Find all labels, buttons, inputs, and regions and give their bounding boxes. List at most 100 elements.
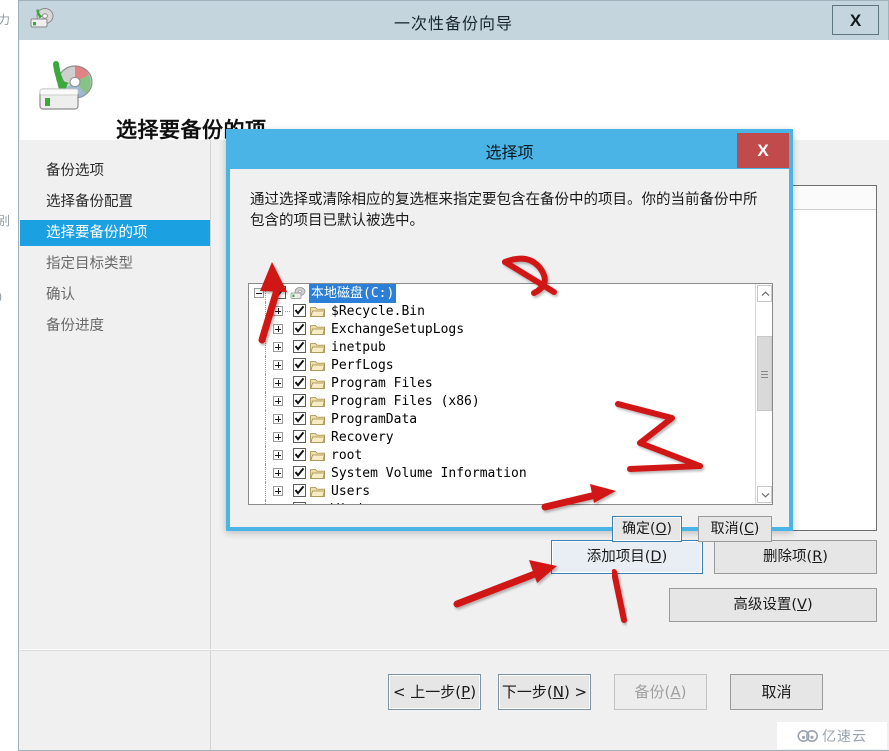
sidebar-item-confirmation[interactable]: 确认 [20, 282, 210, 308]
accel-key-c: C [744, 521, 754, 537]
dialog-body: 通过选择或清除相应的复选框来指定要包含在备份中的项目。你的当前备份中所包含的项目… [230, 169, 789, 542]
scrollbar-thumb[interactable] [757, 336, 772, 411]
sidebar-item-select-backup-config[interactable]: 选择备份配置 [20, 189, 210, 215]
folder-icon [310, 359, 326, 372]
folder-icon [310, 431, 326, 444]
tree-row-root[interactable]: 本地磁盘(C:) [249, 284, 756, 304]
folder-icon [310, 413, 326, 426]
checkbox-checked[interactable] [293, 394, 306, 407]
expand-icon[interactable] [273, 324, 283, 334]
remove-items-button[interactable]: 删除项(R) [714, 540, 877, 574]
tree-row[interactable]: ExchangeSetupLogs [249, 320, 756, 338]
expand-icon[interactable] [273, 360, 283, 370]
checkbox-checked[interactable] [293, 430, 306, 443]
expand-icon[interactable] [273, 396, 283, 406]
backup-button: 备份(A) [614, 674, 707, 710]
tree-connector [265, 446, 267, 464]
expand-icon[interactable] [273, 342, 283, 352]
dialog-title: 选择项 [485, 143, 534, 162]
accel-key-d: D [650, 549, 662, 565]
scroll-up-button[interactable] [757, 285, 772, 302]
sidebar-item-select-items[interactable]: 选择要备份的项 [20, 220, 210, 246]
tree-row[interactable]: Program Files (x86) [249, 392, 756, 410]
accel-key-a: A [670, 683, 681, 701]
tree-vertical-scrollbar[interactable] [755, 284, 772, 504]
expand-icon[interactable] [273, 450, 283, 460]
folder-icon [310, 377, 326, 390]
checkbox-checked[interactable] [293, 466, 306, 479]
tree-row[interactable]: inetpub [249, 338, 756, 356]
sidebar-item-specify-destination[interactable]: 指定目标类型 [20, 251, 210, 277]
checkbox-checked[interactable] [293, 448, 306, 461]
tree-row[interactable]: Users [249, 482, 756, 500]
folder-icon [310, 485, 326, 498]
tree-row-partial[interactable]: Windows [249, 500, 756, 504]
tree-label: $Recycle.Bin [331, 304, 425, 319]
cloud-logo-icon [797, 729, 818, 742]
expand-icon[interactable] [273, 378, 283, 388]
tree-connector [265, 320, 267, 338]
tree-connector [265, 410, 267, 428]
expand-icon[interactable] [273, 468, 283, 478]
sidebar-item-backup-options[interactable]: 备份选项 [20, 158, 210, 184]
tree-row[interactable]: Program Files [249, 374, 756, 392]
add-items-button[interactable]: 添加项目(D) [551, 540, 703, 574]
tree-row[interactable]: Recovery [249, 428, 756, 446]
dialog-ok-button[interactable]: 确定(O) [612, 516, 682, 542]
tree-connector [285, 311, 290, 313]
folder-icon [310, 395, 326, 408]
checkbox-checked[interactable] [293, 322, 306, 335]
expand-icon[interactable] [273, 432, 283, 442]
window-titlebar: 一次性备份向导 X [19, 1, 888, 40]
window-title: 一次性备份向导 [393, 14, 513, 33]
screenshot-root: 力 别 ) 一次性备份向导 X [0, 0, 889, 751]
tree-connector [265, 302, 267, 320]
window-close-button[interactable]: X [832, 5, 879, 35]
dialog-cancel-button[interactable]: 取消(C) [698, 516, 772, 542]
checkbox-checked[interactable] [293, 304, 306, 317]
expand-icon[interactable] [273, 414, 283, 424]
tree-row[interactable]: ProgramData [249, 410, 756, 428]
desktop-edge-text: ) [0, 290, 18, 303]
tree-label: 本地磁盘(C:) [307, 284, 398, 304]
folder-icon [310, 449, 326, 462]
tree-label: System Volume Information [331, 466, 527, 481]
expand-icon[interactable] [273, 306, 283, 316]
tree-connector [265, 464, 267, 482]
cancel-button[interactable]: 取消 [730, 674, 823, 710]
checkbox-checked[interactable] [293, 412, 306, 425]
chevron-up-icon [761, 291, 770, 297]
back-button[interactable]: < 上一步(P) [388, 674, 481, 710]
expand-icon[interactable] [273, 486, 283, 496]
watermark-text: 亿速云 [822, 728, 867, 745]
tree-label: Program Files (x86) [331, 394, 480, 409]
collapse-icon[interactable] [254, 288, 264, 298]
tree-row[interactable]: PerfLogs [249, 356, 756, 374]
items-tree[interactable]: 本地磁盘(C:) $Recycle.Bin ExchangeSetupLogs … [248, 283, 773, 505]
checkbox-checked[interactable] [293, 502, 306, 504]
scroll-down-button[interactable] [757, 486, 772, 503]
folder-icon [310, 503, 326, 504]
tree-label: Program Files [331, 376, 433, 391]
advanced-settings-button[interactable]: 高级设置(V) [669, 588, 877, 622]
tree-label: ProgramData [331, 412, 418, 427]
checkbox-checked[interactable] [293, 358, 306, 371]
tree-label: Users [331, 484, 371, 499]
checkbox-checked[interactable] [293, 484, 306, 497]
checkbox-checked[interactable] [293, 376, 306, 389]
tree-connector [265, 482, 267, 500]
accel-key-n: N [552, 683, 564, 701]
tree-row[interactable]: System Volume Information [249, 464, 756, 482]
footer-divider [20, 649, 889, 651]
dialog-close-button[interactable]: X [737, 133, 789, 168]
checkbox-checked[interactable] [273, 286, 286, 299]
sidebar-item-backup-progress[interactable]: 备份进度 [20, 313, 210, 339]
backup-disk-large-icon [34, 60, 96, 120]
tree-row[interactable]: root [249, 446, 756, 464]
accel-key-o: O [655, 521, 667, 537]
next-button[interactable]: 下一步(N) > [498, 674, 591, 710]
checkbox-checked[interactable] [293, 340, 306, 353]
tree-row[interactable]: $Recycle.Bin [249, 302, 756, 320]
tree-connector [265, 284, 267, 302]
desktop-edge-text: 别 [0, 214, 11, 228]
